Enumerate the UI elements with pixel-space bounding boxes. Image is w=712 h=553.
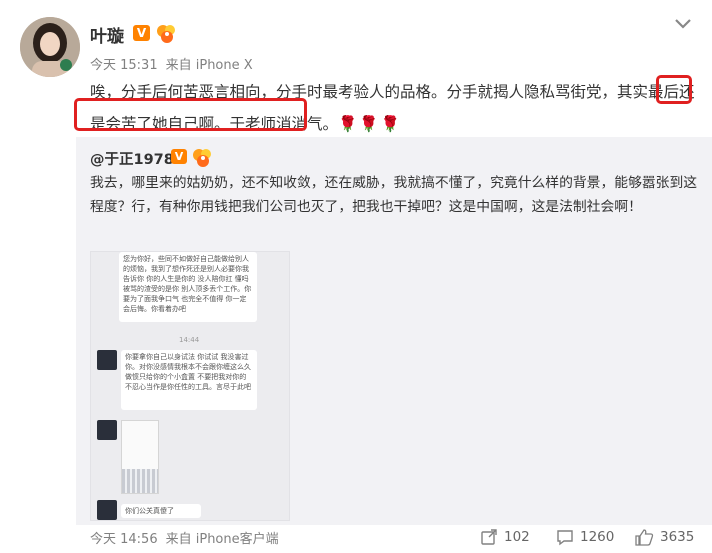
chat-bubble: 你们公关真傻了: [121, 504, 201, 518]
chat-avatar: [97, 500, 117, 520]
verified-v-icon: V: [171, 149, 187, 164]
avatar[interactable]: [20, 17, 80, 77]
chat-time: 14:44: [179, 336, 200, 344]
keyboard: [122, 469, 158, 493]
share-button[interactable]: 102: [480, 526, 530, 548]
post-text-highlight1: 其: [617, 83, 633, 101]
phone-screenshot: [121, 420, 159, 494]
repost-author[interactable]: @于正1978: [90, 148, 174, 169]
post-source[interactable]: 来自 iPhone X: [166, 58, 253, 73]
like-count: 3635: [660, 529, 695, 545]
highlight-box: [656, 75, 692, 104]
quoted-repost[interactable]: @于正1978 V 我去，哪里来的姑奶奶，还不知收敛，还在威胁，我就搞不懂了，究…: [76, 137, 712, 525]
author-name[interactable]: 叶璇: [90, 22, 124, 47]
repost-meta: 今天 14:56 来自 iPhone客户端: [90, 528, 279, 547]
chevron-down-icon[interactable]: [673, 16, 693, 32]
repost-text: 我去，哪里来的姑奶奶，还不知收敛，还在威胁，我就搞不懂了，究竟什么样的背景，能够…: [90, 175, 698, 215]
comment-button[interactable]: 1260: [556, 526, 614, 548]
chat-avatar: [97, 350, 117, 370]
verified-v-icon: V: [133, 25, 150, 41]
share-icon: [481, 529, 497, 545]
like-button[interactable]: 3635: [634, 526, 694, 548]
post-meta: 今天 15:31 来自 iPhone X: [90, 54, 253, 73]
weibo-post: 叶璇 V 今天 15:31 来自 iPhone X 唉，分手后何苦恶言相向，分手时…: [0, 0, 712, 553]
repost-time[interactable]: 今天 14:56: [90, 532, 158, 547]
highlight-box: [74, 98, 307, 131]
chat-bubble: 你要拿你自己以身试法 你试试 我没害过你。对你没感情我根本不会跟你缠这么久 做惯…: [121, 350, 257, 410]
comment-icon: [557, 530, 573, 546]
comment-count: 1260: [580, 529, 615, 545]
like-icon: [635, 529, 654, 546]
vip-icon[interactable]: [155, 22, 177, 44]
vip-icon[interactable]: [191, 146, 213, 168]
chat-avatar: [97, 420, 117, 440]
chat-bubble: 您为你好，些同不如做好自己能做给别人的烦恼，我到了想作死还是别人必要你我告诉你 …: [119, 252, 257, 322]
chat-screenshot-image[interactable]: 您为你好，些同不如做好自己能做给别人的烦恼，我到了想作死还是别人必要你我告诉你 …: [90, 251, 290, 521]
repost-source[interactable]: 来自 iPhone客户端: [166, 532, 279, 547]
post-time[interactable]: 今天 15:31: [90, 58, 158, 73]
rose-emoji: 🌹🌹🌹: [338, 115, 402, 133]
share-count: 102: [504, 529, 530, 545]
